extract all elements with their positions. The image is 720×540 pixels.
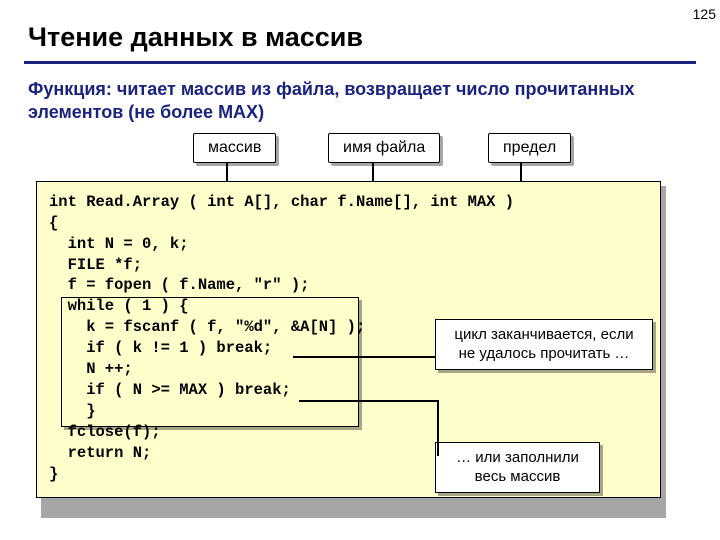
subtitle: Функция: читает массив из файла, возвращ… xyxy=(0,74,720,133)
arrow-to-fill-callout-h xyxy=(299,400,439,402)
arrow-to-cycle-callout xyxy=(293,356,435,358)
connector-limit xyxy=(520,163,522,183)
page-number: 125 xyxy=(693,6,716,22)
connector-filename xyxy=(372,163,374,183)
tag-array: массив xyxy=(193,133,276,163)
connector-array xyxy=(226,163,228,183)
callout-cycle-ends: цикл заканчивается, если не удалось проч… xyxy=(435,319,653,371)
tag-filename: имя файла xyxy=(328,133,440,163)
parameter-tags-row: массив имя файла предел xyxy=(28,133,692,175)
arrow-to-fill-callout-v xyxy=(437,400,439,456)
loop-highlight-box xyxy=(61,297,359,427)
title-rule xyxy=(24,61,696,64)
code-wrapper: int Read.Array ( int A[], char f.Name[],… xyxy=(36,181,692,498)
tag-limit: предел xyxy=(488,133,571,163)
page-title: Чтение данных в массив xyxy=(0,0,720,61)
callout-fill-array: … или заполнили весь массив xyxy=(435,442,600,494)
code-box: int Read.Array ( int A[], char f.Name[],… xyxy=(36,181,661,498)
